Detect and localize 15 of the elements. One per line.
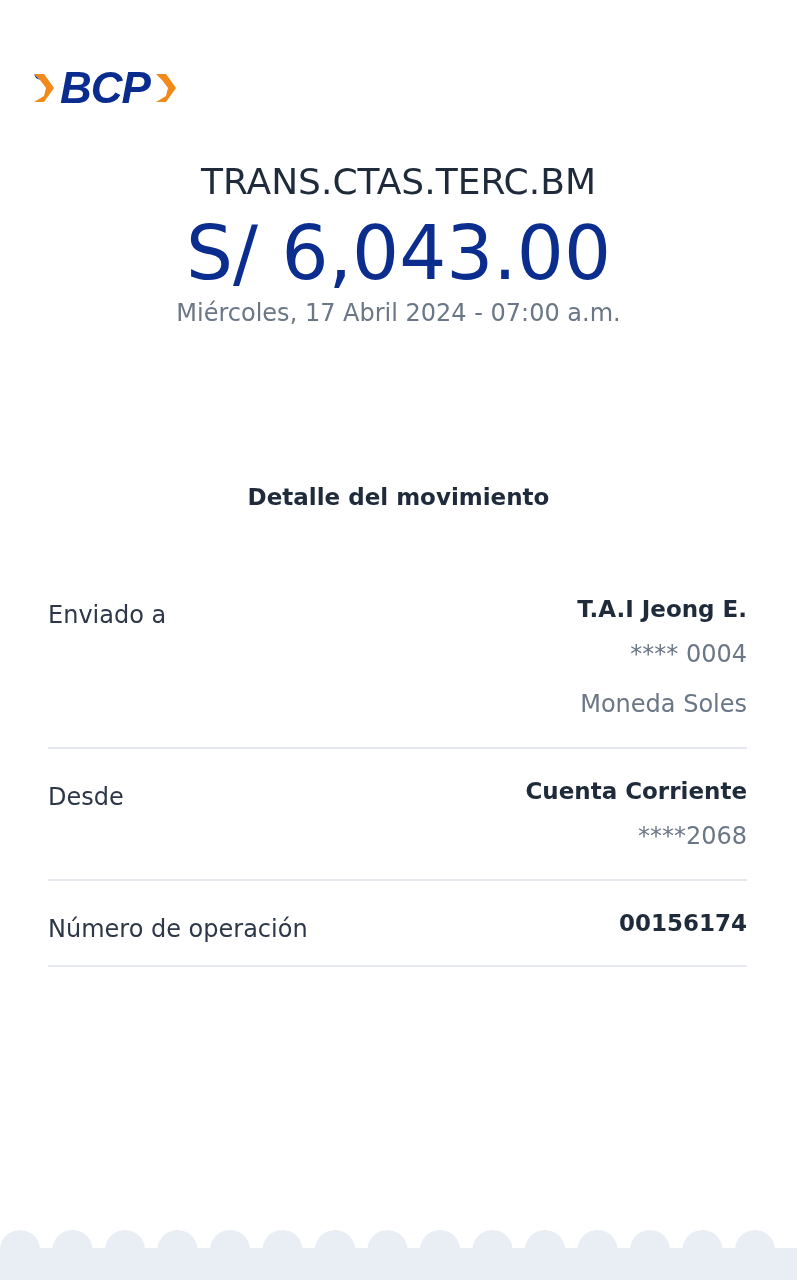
detail-value: 00156174 — [618, 908, 747, 938]
logo-text: BCP — [60, 66, 150, 110]
amount: S/ 6,043.00 — [185, 209, 612, 298]
detail-value: ****2068 — [637, 820, 747, 852]
detail-label: Número de operación — [48, 913, 308, 945]
detail-label: Desde — [48, 781, 124, 813]
detail-label: Enviado a — [48, 599, 167, 631]
detail-value: **** 0004 — [630, 638, 747, 670]
transaction-title: TRANS.CTAS.TERC.BM — [200, 160, 597, 204]
detail-value: T.A.I Jeong E. — [577, 594, 747, 624]
section-title: Detalle del movimiento — [246, 483, 551, 512]
chevron-icon — [32, 72, 56, 104]
date-time: Miércoles, 17 Abril 2024 - 07:00 a.m. — [175, 298, 622, 328]
detail-value: Cuenta Corriente — [525, 776, 747, 806]
detail-value: Moneda Soles — [580, 688, 747, 720]
